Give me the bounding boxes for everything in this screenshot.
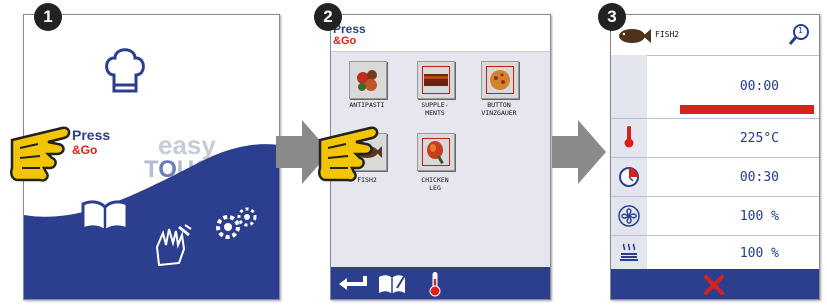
temperature-row[interactable]: 225°C <box>611 119 819 158</box>
manual-book-icon[interactable] <box>80 199 130 233</box>
humidity-value: 100 % <box>739 246 779 261</box>
time-icon-column <box>611 158 647 196</box>
edit-book-icon[interactable] <box>377 273 407 295</box>
step-1-badge: 1 <box>34 3 62 31</box>
press-and-go-footer-toolbar <box>331 267 550 299</box>
timer-icon-column <box>611 55 647 118</box>
steam-humidity-icon <box>620 243 638 261</box>
fan-speed-value: 100 % <box>739 209 779 224</box>
fan-icon <box>618 205 640 227</box>
thermometer-icon[interactable] <box>428 271 442 297</box>
cooking-program-panel: FISH2 1 00:00 225°C 00:30 100 % 100 % <box>610 14 820 300</box>
go-label: &Go <box>333 35 357 47</box>
chicken-leg-food-icon <box>422 138 450 166</box>
program-label: CHICKEN LEG <box>421 176 449 192</box>
cooking-footer-toolbar <box>611 269 819 299</box>
program-tile-button-vinzgauer[interactable] <box>481 61 519 99</box>
program-title: FISH2 <box>655 30 680 39</box>
program-label: ANTIPASTI <box>349 101 385 109</box>
press-and-go-header: Press &Go <box>331 15 550 52</box>
step-3-badge: 3 <box>598 3 626 31</box>
step-arrow-2 <box>552 120 606 184</box>
remaining-timer: 00:00 <box>739 79 779 94</box>
settings-gears-icon[interactable] <box>214 203 260 243</box>
pointing-hand-icon <box>10 126 71 182</box>
back-arrow-icon[interactable] <box>337 274 369 292</box>
progress-bar <box>680 105 814 114</box>
program-label: BUTTON VINZGAUER <box>481 101 517 117</box>
button-vinzgauer-food-icon <box>486 66 514 94</box>
program-label: SUPPLE- MENTS <box>421 101 449 117</box>
pointing-hand-icon <box>318 126 379 182</box>
cleaning-hand-icon[interactable] <box>151 223 193 269</box>
supplements-food-icon <box>422 66 450 94</box>
program-tile-supplements[interactable] <box>417 61 455 99</box>
antipasti-food-icon <box>357 70 377 91</box>
temperature-value: 225°C <box>739 131 779 146</box>
clock-icon <box>619 167 639 187</box>
program-header: FISH2 1 <box>611 15 819 56</box>
info-badge-number: 1 <box>798 26 804 35</box>
cook-time-value: 00:30 <box>739 170 779 185</box>
cook-time-row[interactable]: 00:30 <box>611 158 819 197</box>
fan-speed-row[interactable]: 100 % <box>611 197 819 236</box>
thermometer-icon <box>624 126 634 148</box>
program-tile-chicken-leg[interactable] <box>417 133 455 171</box>
step-2-badge: 2 <box>314 3 342 31</box>
fish-program-icon <box>619 29 651 43</box>
temperature-icon-column <box>611 119 647 157</box>
humidity-row[interactable]: 100 % <box>611 236 819 269</box>
cancel-x-icon[interactable] <box>703 274 725 296</box>
program-tile-antipasti[interactable] <box>349 61 387 99</box>
humidity-icon-column <box>611 236 647 269</box>
fan-icon-column <box>611 197 647 235</box>
